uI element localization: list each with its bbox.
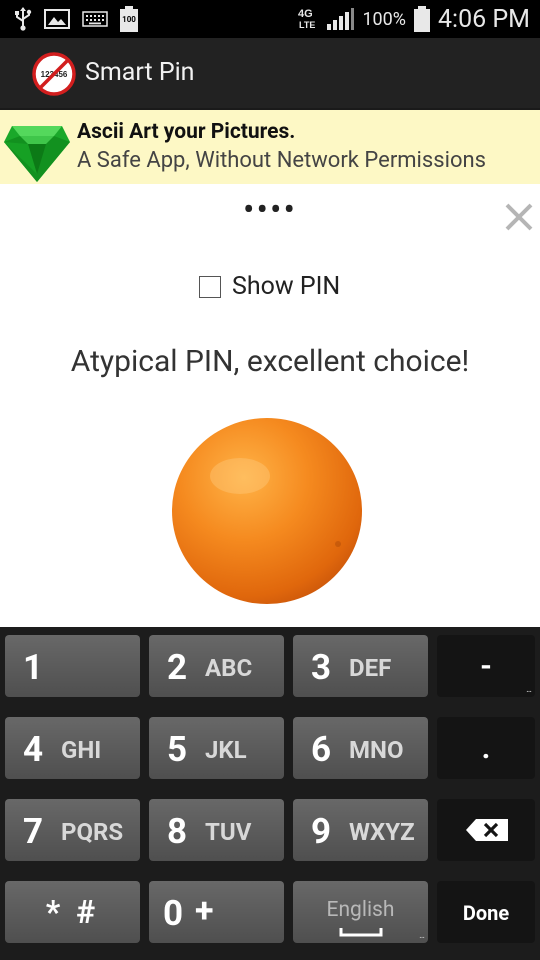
more-symbols-indicator: ... [526,684,532,695]
clear-icon[interactable] [502,200,536,234]
key-dash[interactable]: - ... [437,635,535,697]
pin-display[interactable]: •••• [0,190,540,230]
key-4[interactable]: 4 GHI [5,717,140,779]
key-star-hash[interactable]: * # [5,881,140,943]
emerald-gem-icon [4,126,70,182]
key-9[interactable]: 9 WXYZ [293,799,428,861]
key-digit: 6 [311,729,332,770]
key-digit: 5 [167,729,188,770]
battery-percent: 100% [362,8,406,30]
svg-text:LTE: LTE [299,20,315,30]
battery-level-badge: 100 [122,15,136,24]
battery-small-icon: 100 [120,6,138,32]
key-digit: 0 [163,893,184,934]
show-pin-checkbox[interactable] [199,275,221,298]
key-2[interactable]: 2 ABC [149,635,284,697]
done-button[interactable]: Done [437,881,535,943]
key-letters: JKL [205,736,247,764]
key-6[interactable]: 6 MNO [293,717,428,779]
status-bar: 100 4G LTE 100% 4:06 PM [0,0,540,38]
key-5[interactable]: 5 JKL [149,717,284,779]
ad-subtitle: A Safe App, Without Network Permissions [77,148,487,173]
more-options-indicator: ... [419,930,425,941]
key-letters: WXYZ [349,818,415,846]
key-digit: 7 [23,811,44,852]
orange-illustration [172,418,362,604]
key-digit: 8 [167,811,188,852]
ad-banner[interactable]: Ascii Art your Pictures. A Safe App, Wit… [0,108,540,184]
usb-icon [15,7,32,31]
keyboard-icon [82,11,108,27]
language-label: English [326,898,395,922]
key-digit: 2 [167,647,188,688]
image-icon [44,9,70,29]
pin-feedback-message: Atypical PIN, excellent choice! [70,344,470,379]
key-digit: 9 [311,811,332,852]
key-digit: 3 [311,647,332,688]
key-label: * # [45,893,100,931]
key-7[interactable]: 7 PQRS [5,799,140,861]
battery-icon [413,6,430,32]
clock: 4:06 PM [437,4,530,34]
numeric-keyboard: 1 2 ABC 3 DEF - ... 4 GHI 5 JKL 6 MNO . … [0,627,540,960]
key-digit: 1 [23,647,44,688]
app-icon[interactable]: 123456 [32,52,76,96]
app-title: Smart Pin [85,58,195,87]
backspace-icon [466,819,508,841]
key-1[interactable]: 1 [5,635,140,697]
key-space-language[interactable]: English ... [293,881,428,943]
key-letters: DEF [349,654,392,682]
action-bar: 123456 Smart Pin [0,38,540,108]
key-label: Done [462,901,510,925]
signal-icon [327,8,355,30]
key-digit: 4 [23,729,44,770]
key-3[interactable]: 3 DEF [293,635,428,697]
key-letters: TUV [205,818,252,846]
key-0[interactable]: 0 + [149,881,284,943]
show-pin-label: Show PIN [232,272,341,301]
key-letters: MNO [349,736,404,764]
key-8[interactable]: 8 TUV [149,799,284,861]
space-bar-icon [339,928,383,937]
key-backspace[interactable] [437,799,535,861]
key-letters: PQRS [61,818,124,846]
show-pin-toggle[interactable]: Show PIN [199,272,340,301]
key-label: - [480,649,492,684]
key-letters: + [195,891,214,931]
key-label: . [481,731,491,766]
key-letters: ABC [205,654,253,682]
ad-title: Ascii Art your Pictures. [77,120,296,144]
key-letters: GHI [61,736,102,764]
key-period[interactable]: . [437,717,535,779]
svg-text:4G: 4G [298,8,313,20]
4g-lte-icon: 4G LTE [298,8,315,30]
